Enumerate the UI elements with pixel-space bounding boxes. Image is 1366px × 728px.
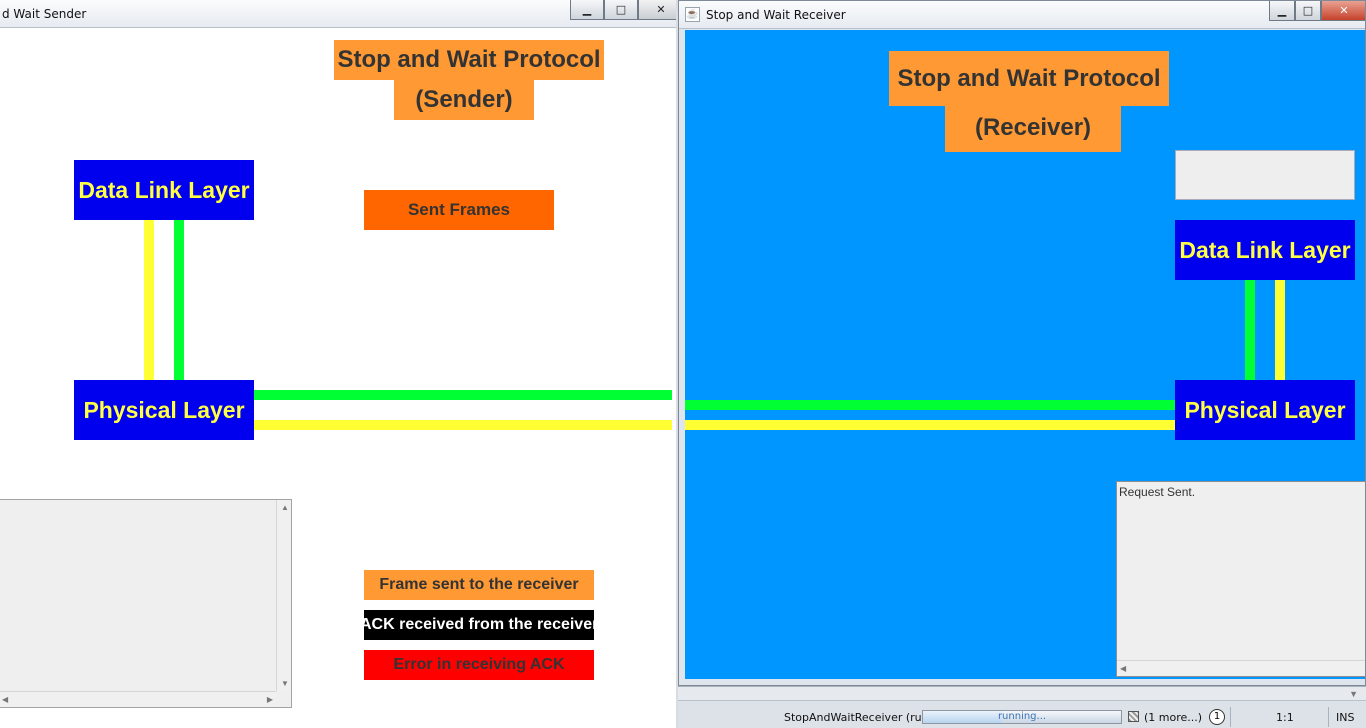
sender-ack-line-vertical — [174, 220, 184, 380]
sender-ack-line-horizontal — [254, 390, 672, 400]
status-bar-top-strip: ▼ — [678, 687, 1366, 701]
receiver-frame-box[interactable] — [1175, 150, 1355, 200]
legend-frame-sent: Frame sent to the receiver — [364, 570, 594, 600]
sender-canvas: Stop and Wait Protocol (Sender) Data Lin… — [0, 29, 672, 728]
scroll-up-arrow-icon[interactable]: ▲ — [281, 503, 289, 512]
receiver-log-horizontal-scrollbar[interactable]: ◀ — [1117, 660, 1365, 676]
close-button[interactable]: ✕ — [638, 0, 676, 20]
sender-data-link-layer: Data Link Layer — [74, 160, 254, 220]
notification-icon[interactable]: 1 — [1209, 709, 1225, 725]
progress-bar: running... — [922, 710, 1122, 724]
receiver-canvas: Stop and Wait Protocol (Receiver) Data L… — [685, 30, 1365, 679]
java-app-icon: ☕ — [685, 7, 700, 22]
sent-frames-box: Sent Frames — [364, 190, 554, 230]
legend-ack-received: ACK received from the receiver — [364, 610, 594, 640]
ide-status-bar: ▼ StopAndWaitReceiver (run) running... (… — [678, 686, 1366, 728]
sender-log-vertical-scrollbar[interactable]: ▲ ▼ — [276, 500, 291, 691]
sender-frame-line-vertical — [144, 220, 154, 380]
receiver-frame-line-horizontal — [685, 420, 1175, 430]
receiver-data-link-layer: Data Link Layer — [1175, 220, 1355, 280]
receiver-heading-line1: Stop and Wait Protocol — [889, 51, 1169, 106]
sender-window-controls: ▁ □ ✕ — [570, 0, 676, 20]
receiver-ack-line-horizontal — [685, 400, 1175, 410]
minimize-button[interactable]: ▁ — [1269, 1, 1295, 21]
insert-mode: INS — [1336, 711, 1355, 724]
receiver-window: ☕ Stop and Wait Receiver ▁ □ ✕ Stop and … — [678, 0, 1366, 686]
legend-error-ack: Error in receiving ACK — [364, 650, 594, 680]
more-tasks-link[interactable]: (1 more...) — [1144, 711, 1202, 724]
receiver-log-text: Request Sent. — [1119, 485, 1196, 499]
scroll-down-arrow-icon[interactable]: ▼ — [1349, 689, 1358, 699]
receiver-physical-layer: Physical Layer — [1175, 380, 1355, 440]
scroll-right-arrow-icon[interactable]: ▶ — [267, 695, 273, 704]
scroll-left-arrow-icon[interactable]: ◀ — [1120, 664, 1126, 673]
caret-position: 1:1 — [1276, 711, 1294, 724]
status-divider — [1328, 707, 1329, 727]
receiver-window-title: Stop and Wait Receiver — [706, 8, 846, 22]
running-process-label: StopAndWaitReceiver (run) — [784, 711, 933, 724]
scroll-down-arrow-icon[interactable]: ▼ — [281, 679, 289, 688]
sender-frame-line-horizontal — [254, 420, 672, 430]
receiver-window-controls: ▁ □ ✕ — [1269, 1, 1365, 21]
sender-heading-line2: (Sender) — [394, 80, 534, 120]
receiver-log-textarea[interactable]: Request Sent. ◀ — [1116, 481, 1365, 677]
receiver-heading-line2: (Receiver) — [945, 104, 1121, 152]
close-button[interactable]: ✕ — [1321, 1, 1365, 21]
sender-physical-layer: Physical Layer — [74, 380, 254, 440]
receiver-ack-line-vertical — [1245, 280, 1255, 380]
sender-heading-line1: Stop and Wait Protocol — [334, 40, 604, 80]
sender-log-horizontal-scrollbar[interactable]: ◀ ▶ — [0, 691, 276, 707]
status-divider — [1230, 707, 1231, 727]
sender-window: d Wait Sender ▁ □ ✕ Stop and Wait Protoc… — [0, 0, 676, 728]
notification-count: 1 — [1213, 711, 1221, 722]
progress-label: running... — [997, 711, 1047, 722]
sender-titlebar[interactable]: d Wait Sender ▁ □ ✕ — [0, 0, 676, 28]
maximize-button[interactable]: □ — [604, 0, 638, 20]
maximize-button[interactable]: □ — [1295, 1, 1321, 21]
sender-window-title: d Wait Sender — [2, 7, 87, 21]
sender-log-textarea[interactable]: ▲ ▼ ◀ ▶ — [0, 499, 292, 708]
receiver-frame-line-vertical — [1275, 280, 1285, 380]
scroll-left-arrow-icon[interactable]: ◀ — [2, 695, 8, 704]
receiver-titlebar[interactable]: ☕ Stop and Wait Receiver ▁ □ ✕ — [679, 1, 1365, 29]
stop-task-icon[interactable] — [1128, 711, 1139, 722]
minimize-button[interactable]: ▁ — [570, 0, 604, 20]
